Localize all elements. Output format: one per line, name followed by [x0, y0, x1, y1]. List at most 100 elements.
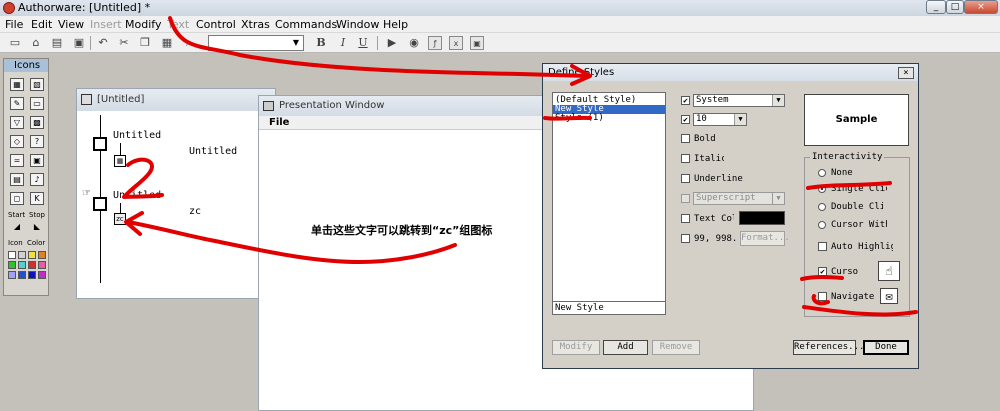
- open-folder-icon[interactable]: ⌂: [29, 36, 43, 50]
- format-button[interactable]: Format...: [740, 231, 790, 246]
- menu-file[interactable]: File: [5, 16, 23, 33]
- color-swatch[interactable]: [18, 271, 26, 279]
- style-list-item[interactable]: Style (1): [553, 114, 665, 123]
- navigate-icon[interactable]: ▽: [10, 116, 24, 129]
- superscript-select[interactable]: Superscript ▼: [693, 192, 785, 205]
- menu-edit[interactable]: Edit: [31, 16, 52, 33]
- flow-label-untitled-1[interactable]: Untitled: [113, 130, 161, 141]
- decision-icon[interactable]: ◇: [10, 135, 24, 148]
- import-icon[interactable]: ▣: [72, 36, 86, 50]
- text-color-checkbox[interactable]: [681, 214, 690, 223]
- number-format-checkbox[interactable]: [681, 234, 690, 243]
- bold-button[interactable]: B: [314, 36, 328, 50]
- size-checkbox[interactable]: ✔: [681, 115, 690, 124]
- erase-icon[interactable]: ✎: [10, 97, 24, 110]
- close-button[interactable]: ×: [964, 0, 998, 14]
- menu-xtras[interactable]: Xtras: [241, 16, 270, 33]
- radio-single-click[interactable]: [818, 185, 826, 193]
- dialog-close-button[interactable]: ×: [898, 67, 914, 79]
- references-button[interactable]: References...: [793, 340, 864, 355]
- copy-icon[interactable]: ❐: [138, 36, 152, 50]
- navigate-to-checkbox[interactable]: [818, 292, 827, 301]
- radio-double-click[interactable]: [818, 203, 826, 211]
- text-color-swatch[interactable]: [739, 211, 785, 225]
- menu-modify[interactable]: Modify: [125, 16, 161, 33]
- flow-label-untitled-3[interactable]: Untitled: [113, 190, 161, 201]
- color-swatch[interactable]: [28, 251, 36, 259]
- flow-label-zc[interactable]: zc: [189, 206, 201, 217]
- font-style-select[interactable]: ▼: [208, 35, 304, 51]
- color-swatch[interactable]: [8, 261, 16, 269]
- underline-checkbox[interactable]: [681, 174, 690, 183]
- color-swatch[interactable]: [28, 261, 36, 269]
- hotlink-text[interactable]: 单击这些文字可以跳转到“zc”组图标: [311, 222, 492, 238]
- restart-icon[interactable]: ▶: [385, 36, 399, 50]
- color-swatch[interactable]: [38, 251, 46, 259]
- hand-cursor-icon[interactable]: ☝: [878, 261, 900, 281]
- start-flag-icon[interactable]: ◢: [10, 221, 24, 234]
- navigate-icon[interactable]: ✉: [880, 288, 898, 304]
- flow-label-untitled-2[interactable]: Untitled: [189, 146, 237, 157]
- menu-insert[interactable]: Insert: [90, 16, 122, 33]
- undo-icon[interactable]: ↶: [96, 36, 110, 50]
- map-icon[interactable]: ▣: [30, 154, 44, 167]
- color-swatch[interactable]: [18, 261, 26, 269]
- add-button[interactable]: Add: [603, 340, 648, 355]
- interaction-icon-untitled[interactable]: [93, 197, 107, 211]
- menu-view[interactable]: View: [58, 16, 84, 33]
- maximize-button[interactable]: □: [946, 0, 964, 14]
- stop-flag-icon[interactable]: ◣: [30, 221, 44, 234]
- sound-icon[interactable]: ♪: [30, 173, 44, 186]
- modify-button[interactable]: Modify: [552, 340, 600, 355]
- color-swatch[interactable]: [38, 271, 46, 279]
- radio-cursor-within[interactable]: [818, 221, 826, 229]
- color-swatch[interactable]: [18, 251, 26, 259]
- menu-text[interactable]: Text: [167, 16, 189, 33]
- italic-button[interactable]: I: [336, 36, 350, 50]
- display-icon[interactable]: ▦: [10, 78, 24, 91]
- group-icon-zc[interactable]: zc: [114, 213, 126, 225]
- framework-icon[interactable]: ▩: [30, 116, 44, 129]
- color-swatch[interactable]: [28, 271, 36, 279]
- style-list[interactable]: (Default Style) New Style Style (1): [552, 92, 666, 306]
- menu-commands[interactable]: Commands: [275, 16, 337, 33]
- color-swatch[interactable]: [38, 261, 46, 269]
- style-name-input[interactable]: New Style: [552, 301, 666, 315]
- menu-help[interactable]: Help: [383, 16, 408, 33]
- functions-icon[interactable]: ƒ: [428, 36, 442, 50]
- calculation-icon[interactable]: =: [10, 154, 24, 167]
- menu-control[interactable]: Control: [196, 16, 236, 33]
- display-icon-untitled[interactable]: ▦: [114, 155, 126, 167]
- movie-icon[interactable]: ▤: [10, 173, 24, 186]
- save-all-icon[interactable]: ▤: [50, 36, 64, 50]
- font-checkbox[interactable]: ✔: [681, 96, 690, 105]
- cut-icon[interactable]: ✂: [117, 36, 131, 50]
- minimize-button[interactable]: _: [926, 0, 946, 14]
- auto-highlight-checkbox[interactable]: [818, 242, 827, 251]
- radio-none[interactable]: [818, 169, 826, 177]
- knowledge-objects-icon[interactable]: ▣: [470, 36, 484, 50]
- knowledge-object-icon[interactable]: K: [30, 192, 44, 205]
- italic-checkbox[interactable]: [681, 154, 690, 163]
- control-panel-icon[interactable]: ◉: [407, 36, 421, 50]
- superscript-checkbox[interactable]: [681, 194, 690, 203]
- remove-button[interactable]: Remove: [652, 340, 700, 355]
- find-icon[interactable]: ⌕: [182, 36, 196, 50]
- cursor-checkbox[interactable]: ✔: [818, 267, 827, 276]
- color-swatch[interactable]: [8, 251, 16, 259]
- paste-icon[interactable]: ▦: [160, 36, 174, 50]
- bold-checkbox[interactable]: [681, 134, 690, 143]
- size-select[interactable]: 10 ▼: [693, 113, 747, 126]
- new-file-icon[interactable]: ▭: [8, 36, 22, 50]
- variables-icon[interactable]: x: [449, 36, 463, 50]
- video-icon[interactable]: ◻: [10, 192, 24, 205]
- motion-icon[interactable]: ▧: [30, 78, 44, 91]
- font-select[interactable]: System ▼: [693, 94, 785, 107]
- map-icon-untitled-1[interactable]: [93, 137, 107, 151]
- menu-window[interactable]: Window: [336, 16, 379, 33]
- wait-icon[interactable]: ▭: [30, 97, 44, 110]
- color-swatch[interactable]: [8, 271, 16, 279]
- underline-button[interactable]: U: [356, 36, 370, 50]
- done-button[interactable]: Done: [863, 340, 909, 355]
- interaction-icon[interactable]: ?: [30, 135, 44, 148]
